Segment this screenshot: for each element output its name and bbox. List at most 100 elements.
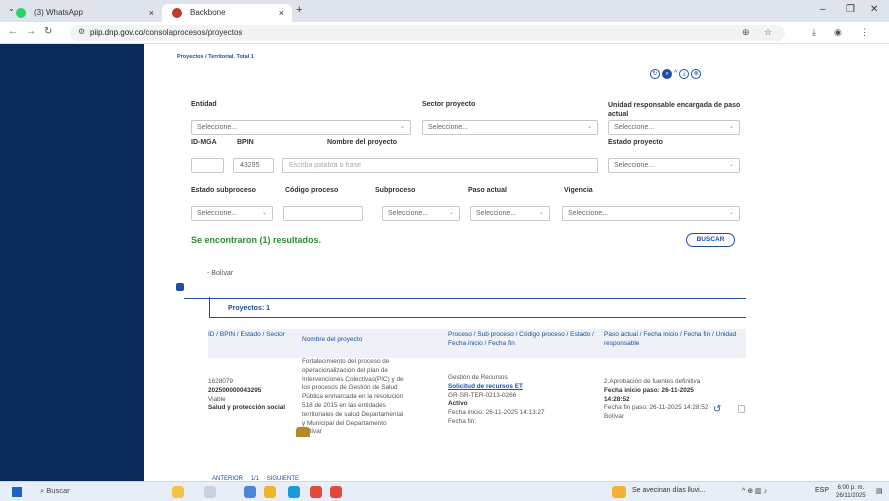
- minimize-icon[interactable]: –: [820, 4, 826, 15]
- bookmark-star-icon[interactable]: ☆: [764, 27, 772, 38]
- tab-close-icon[interactable]: ×: [279, 4, 284, 22]
- menu-kebab-icon[interactable]: ⋮: [860, 27, 869, 38]
- entidad-label: Entidad: [191, 101, 217, 108]
- zoom-icon[interactable]: ⊕: [742, 27, 750, 38]
- history-icon[interactable]: ↺: [713, 404, 721, 415]
- table-header: ID / BPIN / Estado / Sector Nombre del p…: [208, 329, 748, 358]
- download-circle-icon[interactable]: ⤓: [679, 69, 690, 79]
- cell-proceso: Gestión de Recursos Solicitud de recurso…: [448, 374, 598, 427]
- windows-taskbar: ⌕ Buscar Se avecinan días lluvi... ^ ⊕ ▥…: [0, 481, 889, 501]
- browser-tab-bar: ⌄ (3) WhatsApp × Backbone × + – ❐ ✕: [0, 0, 889, 22]
- close-window-icon[interactable]: ✕: [870, 4, 878, 15]
- subproceso-label: Subproceso: [375, 187, 416, 194]
- proceso-estado: Activo: [448, 400, 468, 408]
- forward-icon[interactable]: →: [26, 26, 36, 37]
- project-id: 1628079: [208, 378, 233, 385]
- entidad-select[interactable]: Seleccione... ⌄: [191, 120, 411, 135]
- notifications-icon[interactable]: ▤: [876, 487, 883, 495]
- chevron-down-icon: ⌄: [448, 210, 454, 216]
- proceso-name: Gestión de Recursos: [448, 374, 508, 381]
- page-viewport: Proyectos / Territorial. Total 1 ↻ ⌕ ^ ⤓ ⊗ E…: [0, 44, 889, 482]
- task-view-icon[interactable]: [204, 486, 216, 498]
- app-icon[interactable]: [244, 486, 256, 498]
- restore-icon[interactable]: ❐: [846, 4, 855, 15]
- back-icon[interactable]: ←: [8, 26, 18, 37]
- nombre-line: los procesos de Gestión de Salud: [302, 384, 398, 392]
- reload-icon[interactable]: ↻: [44, 26, 52, 37]
- estado-subproceso-select[interactable]: Seleccione... ⌄: [191, 206, 273, 221]
- col-header-id: ID / BPIN / Estado / Sector: [208, 331, 285, 338]
- bpin-label: BPIN: [237, 139, 254, 146]
- estado-subproceso-value: Seleccione...: [197, 210, 238, 217]
- site-info-icon[interactable]: ⚙: [78, 27, 85, 36]
- right-margin: [746, 44, 889, 481]
- taskbar-search[interactable]: ⌕ Buscar: [40, 486, 70, 496]
- taskbar-search-label: Buscar: [46, 486, 70, 495]
- edge-icon[interactable]: [288, 486, 300, 498]
- table-row: 1628079 202500000043295 Viable Salud y p…: [208, 358, 748, 468]
- subproceso-value: Seleccione...: [388, 210, 429, 217]
- idmga-input[interactable]: [191, 158, 224, 173]
- paso-actual: 2.Aprobación de fuentes definitiva: [604, 378, 701, 385]
- nombre-line: Fortalecimiento del proceso de: [302, 358, 390, 365]
- col-header-proceso: Proceso / Sub proceso / Código proceso /…: [448, 331, 594, 347]
- tab-backbone[interactable]: Backbone ×: [162, 4, 292, 22]
- expand-node-icon[interactable]: [176, 283, 184, 291]
- trash-icon[interactable]: [738, 405, 745, 413]
- sector-select[interactable]: Seleccione... ⌄: [422, 120, 598, 135]
- weather-text[interactable]: Se avecinan días lluvi...: [632, 487, 706, 494]
- tree-node-bolivar[interactable]: - Bolívar: [207, 270, 233, 277]
- estado-proyecto-label: Estado proyecto: [608, 139, 663, 146]
- nombre-line: Bolívar: [302, 428, 322, 436]
- nombre-label: Nombre del proyecto: [327, 139, 398, 146]
- subproceso-link[interactable]: Solicitud de recursos ET: [448, 383, 523, 390]
- sector-value: Seleccione...: [428, 124, 469, 131]
- reload-circle-icon[interactable]: ↻: [650, 69, 660, 79]
- file-explorer-icon[interactable]: [264, 486, 276, 498]
- search-circle-icon[interactable]: ⌕: [662, 69, 672, 79]
- language-indicator[interactable]: ESP: [815, 487, 829, 494]
- unidad-select[interactable]: Seleccione... ⌄: [608, 120, 740, 135]
- clock-date: 26/11/2025: [836, 493, 866, 499]
- tray-icons[interactable]: ^ ⊕ ▥ ♪: [742, 487, 767, 495]
- results-panel: - Bolívar Proyectos: 1 ID / BPIN / Estad…: [176, 266, 749, 482]
- vigencia-value: Seleccione...: [568, 210, 609, 217]
- proceso-fecha-inicio: Fecha inicio: 26-11-2025 14:13:27: [448, 409, 545, 417]
- results-count-text: Se encontraron (1) resultados.: [191, 235, 322, 245]
- tab-whatsapp[interactable]: (3) WhatsApp ×: [6, 4, 162, 22]
- codigo-proceso-input[interactable]: [283, 206, 363, 221]
- chrome-profile-icon[interactable]: [330, 486, 342, 498]
- collapse-caret-icon[interactable]: ^: [674, 70, 677, 77]
- tab-close-icon[interactable]: ×: [149, 4, 154, 22]
- cell-paso: 2.Aprobación de fuentes definitiva Fecha…: [604, 378, 744, 422]
- chevron-down-icon: ⌄: [586, 124, 592, 130]
- widgets-icon[interactable]: [172, 486, 184, 498]
- paso-actual-value: Seleccione...: [476, 210, 517, 217]
- bpin-input[interactable]: 43295: [233, 158, 274, 173]
- vigencia-select[interactable]: Seleccione... ⌄: [562, 206, 740, 221]
- projects-group: [209, 297, 749, 318]
- cell-id: 1628079 202500000043295 Viable Salud y p…: [208, 378, 298, 413]
- new-tab-button[interactable]: +: [296, 4, 302, 16]
- buscar-button[interactable]: BUSCAR: [686, 233, 735, 247]
- chrome-icon[interactable]: [310, 486, 322, 498]
- profile-icon[interactable]: ◉: [834, 27, 842, 38]
- estado-proyecto-value: Seleccione...: [614, 162, 655, 169]
- estado-subproceso-label: Estado subproceso: [191, 187, 256, 194]
- url-field[interactable]: ⚙ piip.dnp.gov.co/consolaprocesos/proyec…: [70, 25, 785, 41]
- clear-filter-circle-icon[interactable]: ⊗: [691, 69, 702, 79]
- unidad-label: Unidad responsable encargada de paso act…: [608, 102, 741, 118]
- nombre-input[interactable]: Escriba palabra o frase: [282, 158, 598, 173]
- subproceso-select[interactable]: Seleccione... ⌄: [382, 206, 460, 221]
- cell-nombre: Fortalecimiento del proceso de operacion…: [302, 358, 444, 437]
- weather-icon[interactable]: [612, 486, 626, 498]
- download-icon[interactable]: ⤓: [812, 27, 816, 38]
- nombre-line: Intervenciones Colectivas(PIC) y de: [302, 375, 404, 383]
- project-estado: Viable: [208, 395, 226, 403]
- breadcrumb: Proyectos / Territorial. Total 1: [177, 54, 254, 60]
- windows-start-icon[interactable]: [12, 487, 22, 497]
- estado-proyecto-select[interactable]: Seleccione... ⌄: [608, 158, 740, 173]
- dnp-footer-logo-icon: [296, 427, 310, 437]
- paso-actual-select[interactable]: Seleccione... ⌄: [470, 206, 550, 221]
- clock[interactable]: 6:00 p. m. 26/11/2025: [836, 484, 866, 500]
